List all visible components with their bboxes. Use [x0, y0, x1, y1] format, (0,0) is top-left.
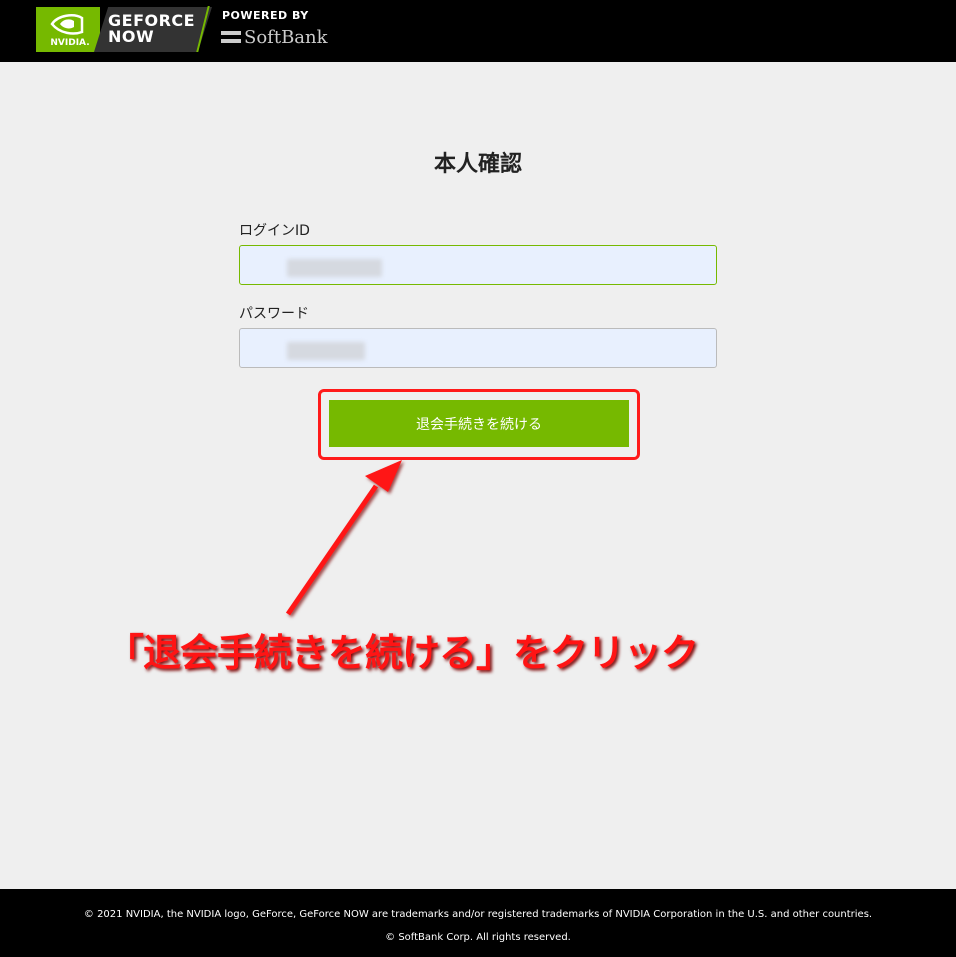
masked-login-id [287, 259, 382, 277]
password-input[interactable] [239, 328, 717, 368]
login-id-label: ログインID [239, 223, 310, 239]
geforce-now-wordmark: GEFORCE NOW [108, 13, 198, 45]
softbank-wordmark: SoftBank [244, 27, 328, 48]
masked-password [287, 342, 365, 360]
arrow-icon [285, 460, 402, 616]
trademark-notice: © 2021 NVIDIA, the NVIDIA logo, GeForce,… [83, 909, 873, 920]
softbank-bars-icon [221, 31, 241, 43]
now-label: NOW [108, 27, 155, 46]
geforce-now-logo[interactable]: NVIDIA. GEFORCE NOW [36, 7, 212, 52]
nvidia-wordmark: NVIDIA. [50, 38, 90, 48]
annotation-callout: 「退会手続きを続ける」をクリック [106, 631, 699, 675]
password-label: パスワード [239, 306, 309, 322]
nvidia-eye-icon [50, 14, 84, 35]
page-title: 本人確認 [433, 152, 522, 177]
site-header: NVIDIA. GEFORCE NOW POWERED BY SoftBank [0, 0, 956, 62]
site-footer: © 2021 NVIDIA, the NVIDIA logo, GeForce,… [0, 889, 956, 957]
continue-withdrawal-button[interactable]: 退会手続きを続ける [329, 400, 629, 447]
nvidia-logo: NVIDIA. [36, 7, 100, 52]
powered-by-label: POWERED BY [222, 9, 309, 22]
copyright-notice: © SoftBank Corp. All rights reserved. [385, 932, 571, 943]
login-id-input[interactable] [239, 245, 717, 285]
